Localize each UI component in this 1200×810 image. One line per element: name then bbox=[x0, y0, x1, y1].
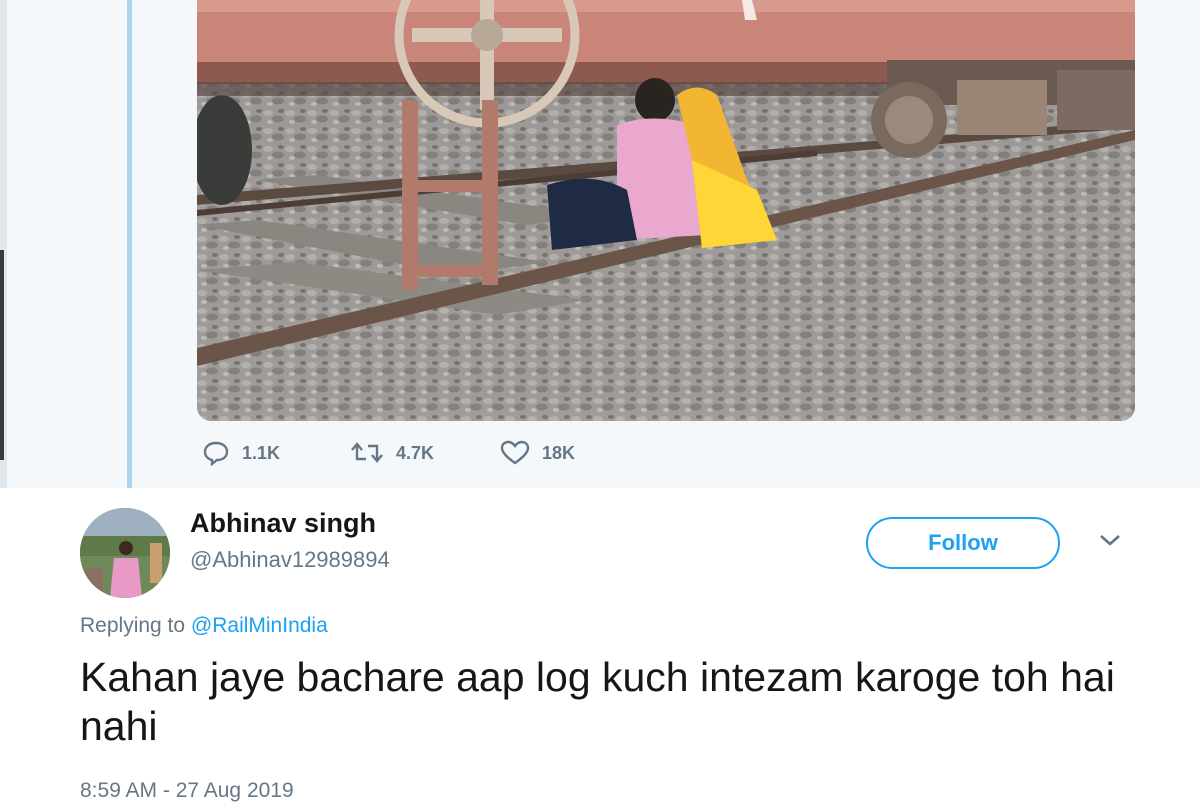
author-handle[interactable]: @Abhinav12989894 bbox=[190, 547, 390, 573]
reply-count: 1.1K bbox=[242, 442, 281, 463]
retweet-count: 4.7K bbox=[396, 442, 435, 463]
like-icon bbox=[500, 440, 530, 465]
tweet-photo[interactable] bbox=[197, 0, 1135, 421]
more-options[interactable] bbox=[1098, 533, 1122, 552]
like-action[interactable]: 18K bbox=[500, 440, 575, 466]
avatar[interactable] bbox=[80, 508, 170, 598]
reply-action[interactable]: 1.1K bbox=[202, 440, 280, 466]
reply-icon bbox=[203, 441, 229, 466]
like-count: 18K bbox=[542, 442, 576, 463]
left-edge-dark bbox=[0, 250, 4, 460]
retweet-icon bbox=[351, 442, 383, 463]
mention-link[interactable]: @RailMinIndia bbox=[191, 614, 328, 637]
reply-tweet: Abhinav singh @Abhinav12989894 Follow Re… bbox=[0, 488, 1200, 810]
chevron-down-icon bbox=[1100, 535, 1120, 546]
follow-button[interactable]: Follow bbox=[866, 517, 1060, 569]
quoted-tweet[interactable]: 1.1K 4.7K 18K bbox=[7, 0, 1200, 497]
tweet-text: Kahan jaye bachare aap log kuch intezam … bbox=[80, 654, 1115, 749]
thread-line bbox=[127, 0, 132, 497]
retweet-action[interactable]: 4.7K bbox=[350, 440, 434, 466]
replying-to: Replying to @RailMinIndia bbox=[80, 614, 328, 638]
timestamp[interactable]: 8:59 AM - 27 Aug 2019 bbox=[80, 779, 294, 803]
author-name[interactable]: Abhinav singh bbox=[190, 508, 376, 539]
replying-prefix: Replying to bbox=[80, 614, 186, 637]
